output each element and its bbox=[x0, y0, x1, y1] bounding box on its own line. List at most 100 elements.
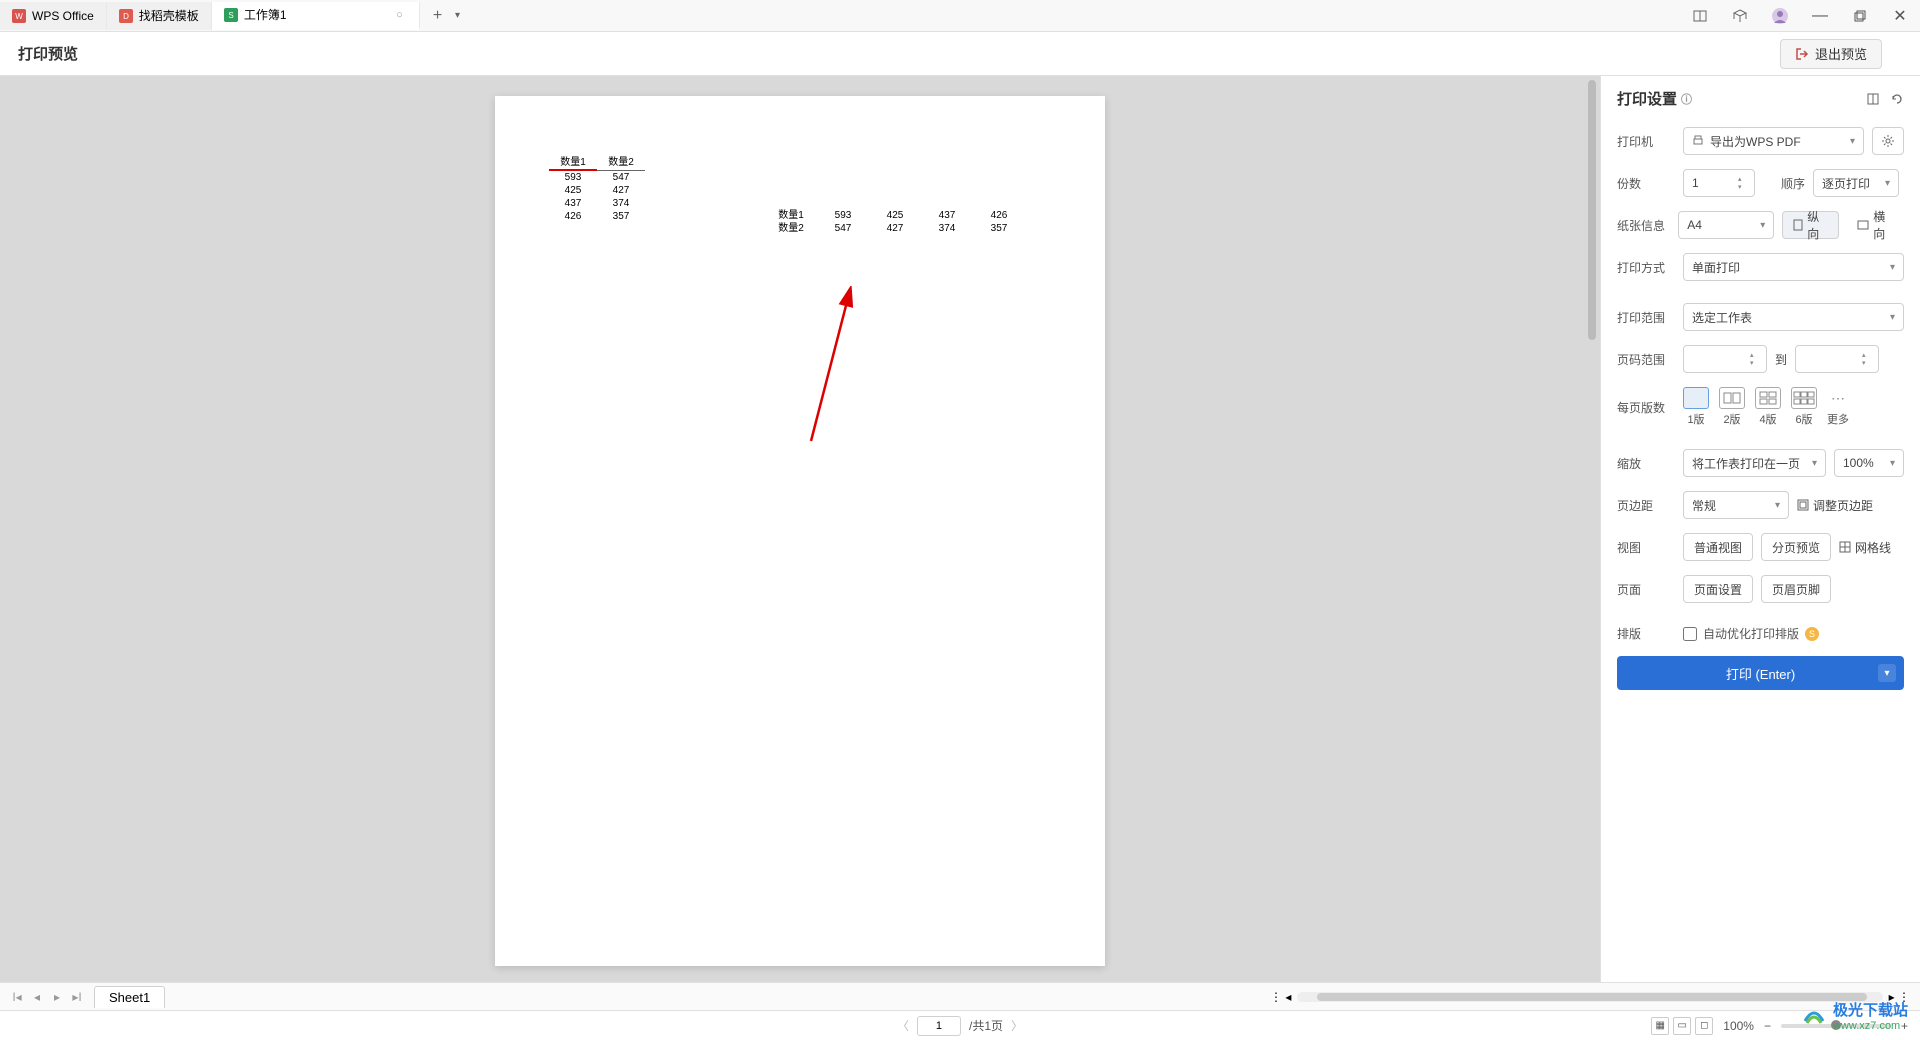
layout-label: 排版 bbox=[1617, 625, 1675, 642]
gridlines-button[interactable]: 网格线 bbox=[1839, 533, 1901, 561]
tab-label: 找稻壳模板 bbox=[139, 7, 199, 24]
layout-icon[interactable] bbox=[1680, 0, 1720, 32]
close-button[interactable]: ✕ bbox=[1880, 0, 1920, 32]
page-label: 页面 bbox=[1617, 581, 1675, 598]
print-settings-panel: 打印设置 ⓘ 打印机 导出为WPS PDF▾ 份数 1▴▾ 顺序 逐页打印▾ 纸… bbox=[1600, 76, 1920, 982]
print-button[interactable]: 打印 (Enter) ▾ bbox=[1617, 656, 1904, 690]
sheet-tab[interactable]: Sheet1 bbox=[94, 986, 165, 1008]
page-setup-button[interactable]: 页面设置 bbox=[1683, 575, 1753, 603]
first-sheet-button[interactable]: I◂ bbox=[10, 990, 24, 1004]
landscape-button[interactable]: 横向 bbox=[1847, 211, 1904, 239]
order-select[interactable]: 逐页打印▾ bbox=[1813, 169, 1899, 197]
tab-dropdown[interactable]: ▾ bbox=[450, 4, 466, 28]
prev-sheet-button[interactable]: ◂ bbox=[30, 990, 44, 1004]
duplex-select[interactable]: 单面打印▾ bbox=[1683, 253, 1904, 281]
layout-2up[interactable]: 2版 bbox=[1719, 387, 1745, 427]
printer-select[interactable]: 导出为WPS PDF▾ bbox=[1683, 127, 1864, 155]
scale-pct-select[interactable]: 100%▾ bbox=[1834, 449, 1904, 477]
paper-size-select[interactable]: A4▾ bbox=[1678, 211, 1774, 239]
printer-label: 打印机 bbox=[1617, 133, 1675, 150]
col-header: 数量2 bbox=[597, 156, 645, 170]
page-title: 打印预览 bbox=[18, 43, 78, 64]
margin-select[interactable]: 常规▾ bbox=[1683, 491, 1789, 519]
watermark-logo-icon bbox=[1801, 1003, 1827, 1029]
scroll-left-icon[interactable]: ⋮ ◂ bbox=[1270, 990, 1291, 1004]
page-to-input[interactable]: ▴▾ bbox=[1795, 345, 1879, 373]
copies-label: 份数 bbox=[1617, 175, 1675, 192]
vertical-scrollbar[interactable] bbox=[1588, 76, 1598, 982]
zoom-out-button[interactable]: − bbox=[1764, 1019, 1771, 1033]
adjust-margin-button[interactable]: 调整页边距 bbox=[1797, 491, 1883, 519]
grid-icon bbox=[1839, 541, 1851, 553]
print-range-select[interactable]: 选定工作表▾ bbox=[1683, 303, 1904, 331]
order-label: 顺序 bbox=[1781, 175, 1805, 192]
view-single-icon[interactable]: ▭ bbox=[1673, 1017, 1691, 1035]
portrait-button[interactable]: 纵向 bbox=[1782, 211, 1839, 239]
tab-wps-office[interactable]: W WPS Office bbox=[0, 2, 107, 30]
cube-icon[interactable] bbox=[1720, 0, 1760, 32]
tab-bar: W WPS Office D 找稻壳模板 S 工作簿1 ○ + ▾ — ✕ bbox=[0, 0, 1920, 32]
printer-settings-button[interactable] bbox=[1872, 127, 1904, 155]
premium-badge-icon: S bbox=[1805, 627, 1819, 641]
header-footer-button[interactable]: 页眉页脚 bbox=[1761, 575, 1831, 603]
page-break-view-button[interactable]: 分页预览 bbox=[1761, 533, 1831, 561]
view-page-icon[interactable]: ◻ bbox=[1695, 1017, 1713, 1035]
refresh-icon[interactable] bbox=[1890, 92, 1904, 106]
scale-select[interactable]: 将工作表打印在一页▾ bbox=[1683, 449, 1826, 477]
template-icon: D bbox=[119, 9, 133, 23]
page-number-input[interactable] bbox=[917, 1016, 961, 1036]
restore-panel-icon[interactable] bbox=[1866, 92, 1880, 106]
per-page-label: 每页版数 bbox=[1617, 399, 1675, 416]
status-bar: 〈 /共1页 〉 ▦ ▭ ◻ 100% − + bbox=[0, 1010, 1920, 1040]
duplex-label: 打印方式 bbox=[1617, 259, 1675, 276]
landscape-icon bbox=[1857, 220, 1869, 230]
sheet-nav: I◂ ◂ ▸ ▸I bbox=[10, 990, 84, 1004]
last-sheet-button[interactable]: ▸I bbox=[70, 990, 84, 1004]
tab-templates[interactable]: D 找稻壳模板 bbox=[107, 2, 212, 30]
layout-6up[interactable]: 6版 bbox=[1791, 387, 1817, 427]
page-total-label: /共1页 bbox=[969, 1017, 1003, 1034]
exit-preview-button[interactable]: 退出预览 bbox=[1780, 39, 1882, 69]
layout-more[interactable]: ⋯更多 bbox=[1827, 387, 1849, 427]
watermark: 极光下载站 www.xz7.com bbox=[1801, 999, 1908, 1032]
copies-input[interactable]: 1▴▾ bbox=[1683, 169, 1755, 197]
tab-label: WPS Office bbox=[32, 9, 94, 23]
header-bar: 打印预览 退出预览 bbox=[0, 32, 1920, 76]
settings-title: 打印设置 ⓘ bbox=[1617, 88, 1904, 109]
layout-1up[interactable]: 1版 bbox=[1683, 387, 1709, 427]
new-tab-button[interactable]: + bbox=[426, 4, 450, 28]
wps-logo-icon: W bbox=[12, 9, 26, 23]
layout-4up[interactable]: 4版 bbox=[1755, 387, 1781, 427]
auto-optimize-checkbox[interactable]: 自动优化打印排版 S bbox=[1683, 625, 1819, 642]
margin-icon bbox=[1797, 499, 1809, 511]
exit-preview-label: 退出预览 bbox=[1815, 44, 1867, 63]
spreadsheet-icon: S bbox=[224, 8, 238, 22]
exit-icon bbox=[1795, 47, 1809, 61]
next-sheet-button[interactable]: ▸ bbox=[50, 990, 64, 1004]
margin-label: 页边距 bbox=[1617, 497, 1675, 514]
circle-icon[interactable]: ○ bbox=[393, 8, 407, 22]
scale-label: 缩放 bbox=[1617, 455, 1675, 472]
page-prev-button[interactable]: 〈 bbox=[897, 1017, 909, 1034]
tab-workbook[interactable]: S 工作簿1 ○ bbox=[212, 2, 420, 30]
view-grid-icon[interactable]: ▦ bbox=[1651, 1017, 1669, 1035]
view-label: 视图 bbox=[1617, 539, 1675, 556]
avatar-icon[interactable] bbox=[1760, 0, 1800, 32]
minimize-button[interactable]: — bbox=[1800, 0, 1840, 32]
table-vertical: 数量1 数量2 593547 425427 437374 426357 bbox=[549, 156, 645, 223]
print-range-label: 打印范围 bbox=[1617, 309, 1675, 326]
page-from-input[interactable]: ▴▾ bbox=[1683, 345, 1767, 373]
normal-view-button[interactable]: 普通视图 bbox=[1683, 533, 1753, 561]
page-to-label: 到 bbox=[1775, 351, 1787, 368]
sheet-tab-bar: I◂ ◂ ▸ ▸I Sheet1 ⋮ ◂ ▸ ⋮ bbox=[0, 982, 1920, 1010]
zoom-label: 100% bbox=[1723, 1019, 1754, 1033]
print-dropdown[interactable]: ▾ bbox=[1878, 664, 1896, 682]
page-range-label: 页码范围 bbox=[1617, 351, 1675, 368]
col-header: 数量1 bbox=[549, 156, 597, 170]
svg-text:W: W bbox=[15, 12, 23, 21]
page-next-button[interactable]: 〉 bbox=[1011, 1017, 1023, 1034]
maximize-button[interactable] bbox=[1840, 0, 1880, 32]
page-preview: 数量1 数量2 593547 425427 437374 426357 数量15… bbox=[495, 96, 1105, 966]
view-mode-buttons: ▦ ▭ ◻ bbox=[1651, 1017, 1713, 1035]
help-icon[interactable]: ⓘ bbox=[1681, 91, 1692, 107]
